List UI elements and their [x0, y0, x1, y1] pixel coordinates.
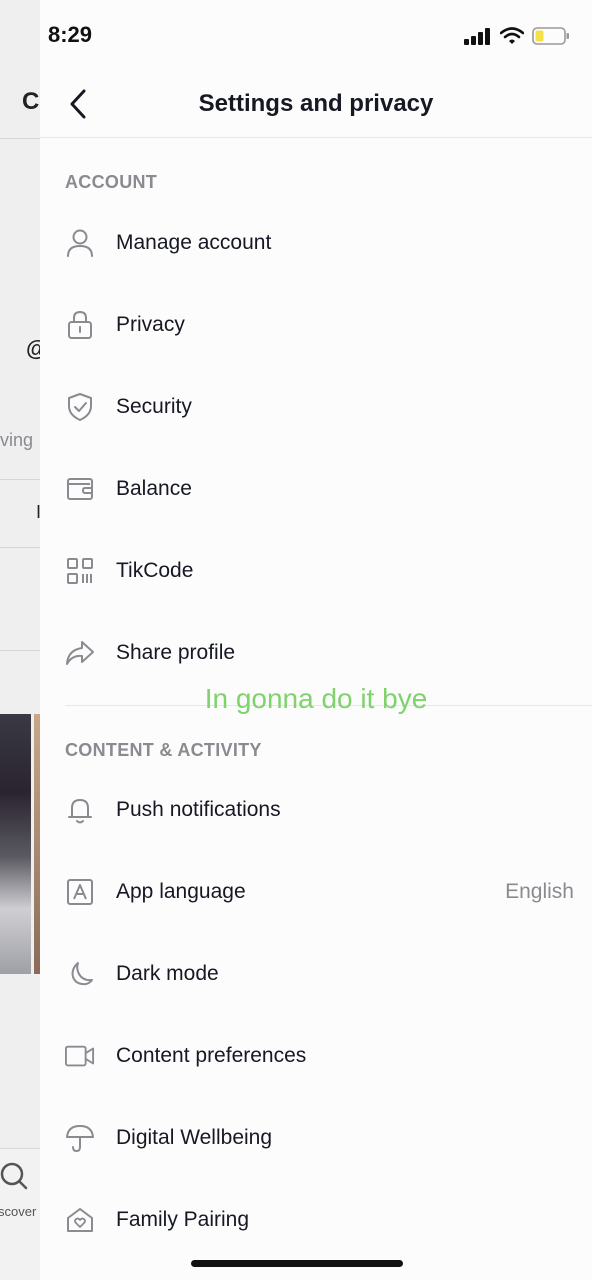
status-time: 8:29 — [48, 22, 93, 47]
search-icon — [0, 1160, 32, 1192]
background-divider — [0, 479, 40, 480]
status-bar: 8:29 — [40, 0, 592, 70]
settings-item-label: Share profile — [116, 641, 236, 664]
qr-code-icon — [65, 556, 95, 586]
settings-item-label: App language — [116, 880, 246, 903]
settings-item-label: Security — [116, 395, 192, 418]
background-following-fragment: ving — [0, 430, 34, 450]
background-profile-page: C @ ving I scover — [0, 0, 40, 1280]
moon-icon — [65, 959, 95, 989]
settings-item-share-profile[interactable]: Share profile — [40, 612, 592, 694]
background-username-fragment: @ — [26, 336, 40, 362]
settings-header: Settings and privacy — [40, 70, 592, 138]
settings-item-manage-account[interactable]: Manage account — [40, 202, 592, 284]
background-title-fragment: C — [22, 88, 40, 115]
share-arrow-icon — [65, 638, 95, 668]
video-camera-icon — [65, 1041, 95, 1071]
settings-item-balance[interactable]: Balance — [40, 448, 592, 530]
signal-icon — [464, 27, 492, 45]
settings-item-content-preferences[interactable]: Content preferences — [40, 1015, 592, 1097]
settings-item-label: Dark mode — [116, 962, 219, 985]
settings-item-label: Content preferences — [116, 1044, 307, 1067]
settings-panel: 8:29 Settings and privacy ACCOUNT Manage… — [40, 0, 592, 1280]
section-title-content-activity: CONTENT & ACTIVITY — [65, 740, 262, 760]
settings-item-app-language[interactable]: App language English — [40, 851, 592, 933]
settings-item-label: Manage account — [116, 231, 272, 254]
umbrella-icon — [65, 1123, 95, 1153]
background-video-thumbnail — [0, 714, 31, 974]
settings-item-label: TikCode — [116, 559, 194, 582]
settings-item-tikcode[interactable]: TikCode — [40, 530, 592, 612]
section-title-account: ACCOUNT — [65, 172, 158, 192]
battery-low-icon — [532, 26, 570, 46]
video-caption-overlay: In gonna do it bye — [204, 683, 428, 714]
settings-item-label: Balance — [116, 477, 192, 500]
background-divider — [0, 650, 40, 651]
home-heart-icon — [65, 1205, 95, 1235]
wallet-icon — [65, 474, 95, 504]
settings-item-label: Digital Wellbeing — [116, 1126, 273, 1149]
background-nav-label: scover — [0, 1204, 37, 1219]
background-divider — [0, 547, 40, 548]
language-a-icon — [65, 877, 95, 907]
page-title: Settings and privacy — [198, 90, 434, 117]
wifi-icon — [500, 27, 524, 45]
bell-icon — [65, 795, 95, 825]
settings-item-digital-wellbeing[interactable]: Digital Wellbeing — [40, 1097, 592, 1179]
home-indicator[interactable] — [191, 1260, 403, 1267]
app-language-value: English — [505, 880, 574, 903]
settings-item-push-notifications[interactable]: Push notifications — [40, 769, 592, 851]
shield-check-icon — [65, 392, 95, 422]
status-icons — [464, 26, 570, 46]
settings-item-security[interactable]: Security — [40, 366, 592, 448]
person-icon — [65, 228, 95, 258]
background-divider — [0, 138, 40, 139]
lock-icon — [65, 310, 95, 340]
settings-item-label: Push notifications — [116, 798, 281, 821]
settings-item-dark-mode[interactable]: Dark mode — [40, 933, 592, 1015]
settings-item-family-pairing[interactable]: Family Pairing — [40, 1179, 592, 1261]
settings-item-privacy[interactable]: Privacy — [40, 284, 592, 366]
settings-item-label: Privacy — [116, 313, 185, 336]
settings-item-label: Family Pairing — [116, 1208, 250, 1231]
